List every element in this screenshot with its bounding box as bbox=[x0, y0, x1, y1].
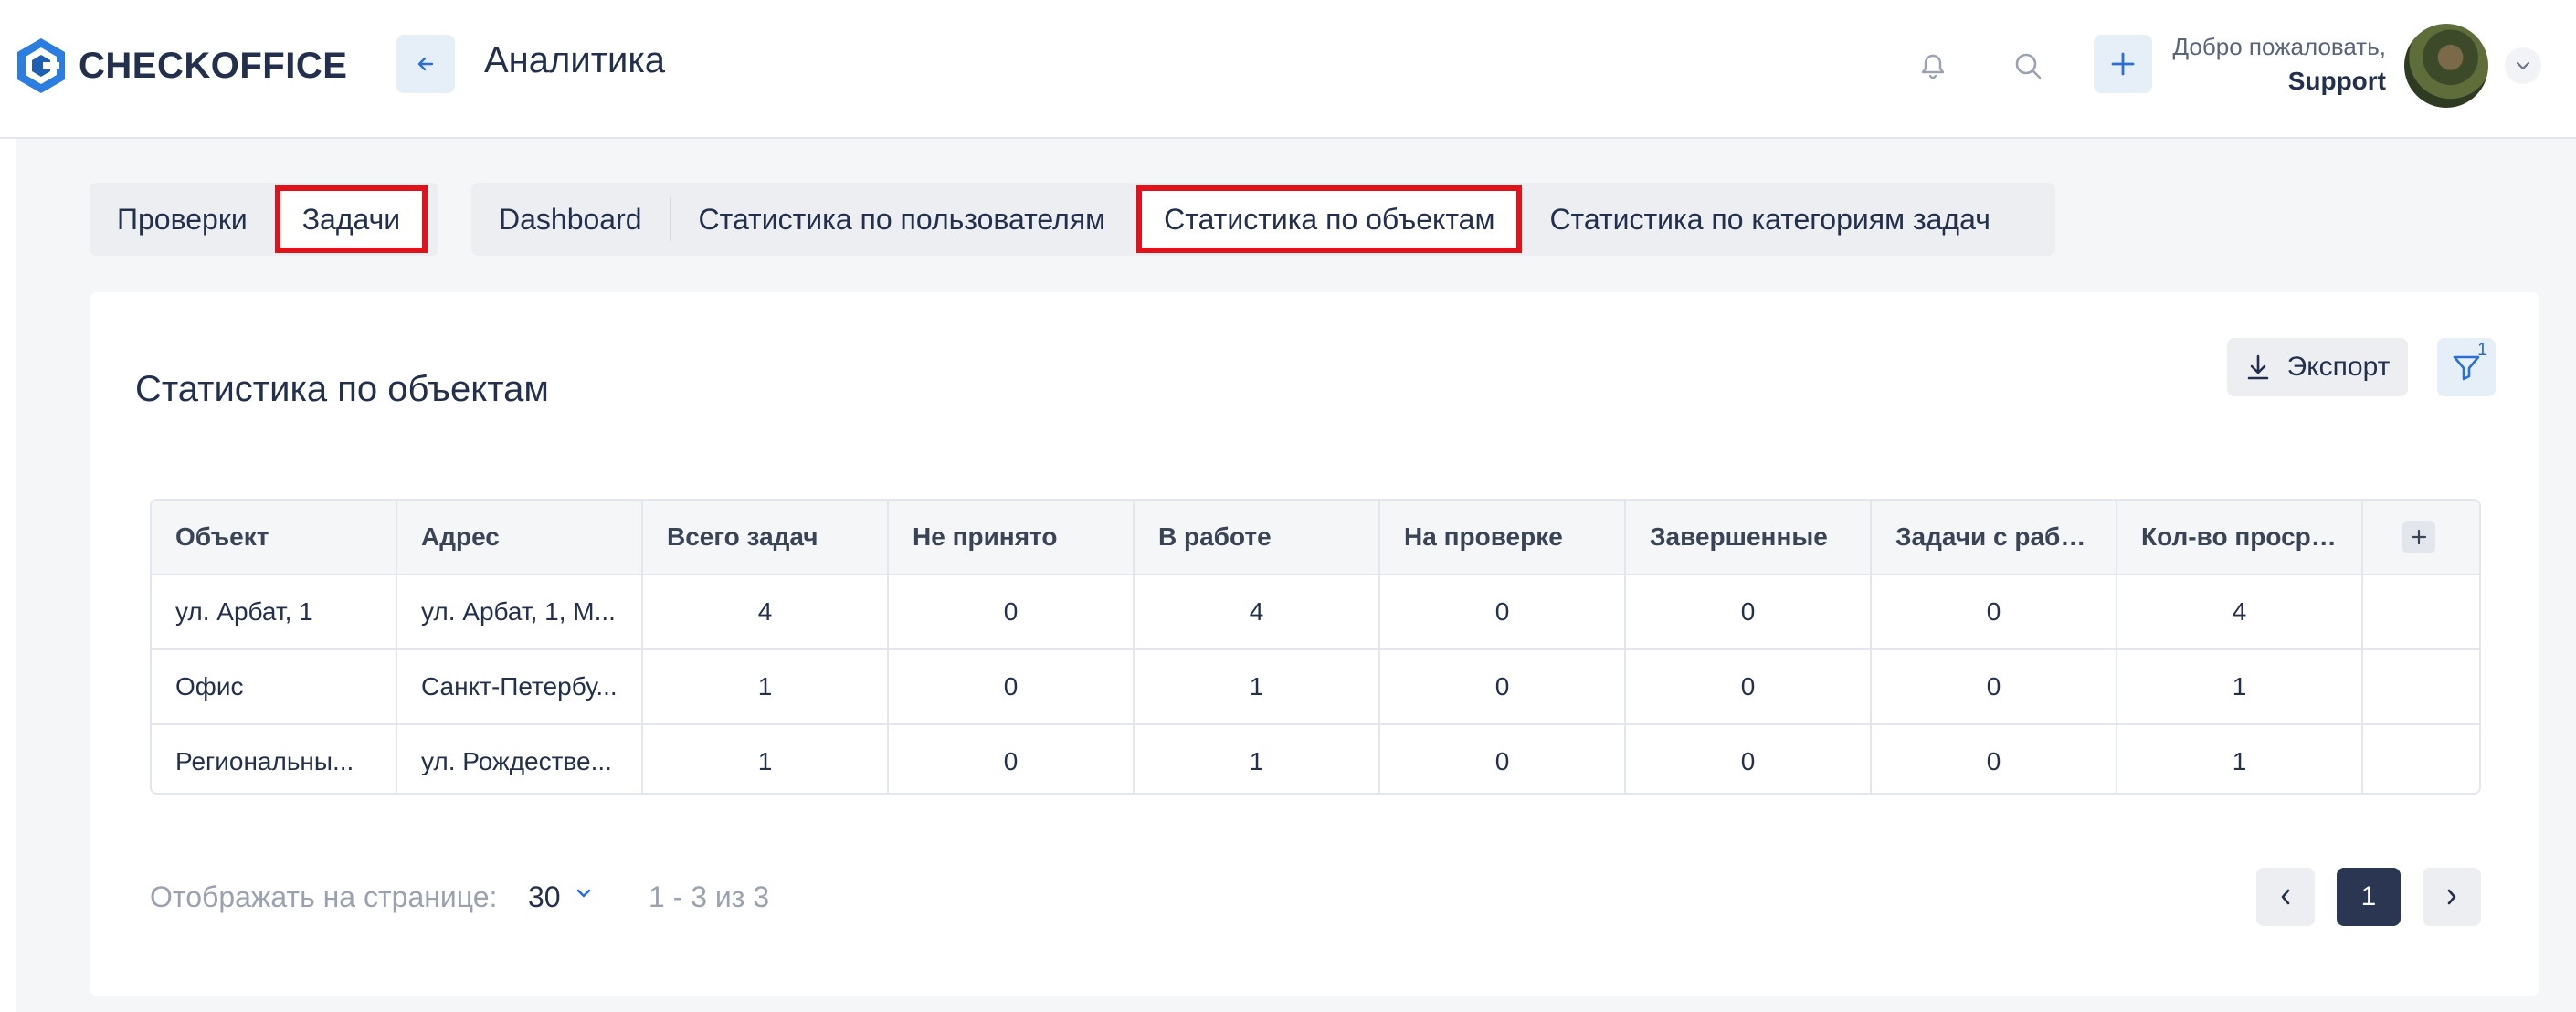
column-header-completed[interactable]: Завершенные bbox=[1626, 501, 1872, 574]
avatar[interactable] bbox=[2404, 24, 2488, 108]
plus-icon bbox=[2111, 52, 2135, 76]
tab-category-stats[interactable]: Статистика по категориям задач bbox=[1522, 183, 2017, 256]
cell-in-progress: 1 bbox=[1135, 725, 1380, 793]
next-page-button[interactable] bbox=[2423, 868, 2481, 926]
cell-completed: 0 bbox=[1626, 650, 1872, 723]
column-header-on-review[interactable]: На проверке bbox=[1380, 501, 1626, 574]
table-row[interactable]: Офис Санкт-Петербу... 1 0 1 0 0 0 1 bbox=[152, 650, 2479, 725]
card-title: Статистика по объектам bbox=[135, 369, 549, 409]
column-header-tasks-with-work[interactable]: Задачи с рабо... bbox=[1872, 501, 2117, 574]
table-row[interactable]: Региональны... ул. Рождестве... 1 0 1 0 … bbox=[152, 725, 2479, 793]
chevron-down-icon bbox=[576, 889, 591, 898]
arrow-left-icon bbox=[417, 57, 434, 71]
welcome-greeting: Добро пожаловать, bbox=[2172, 33, 2386, 60]
brand-logo[interactable]: CHECKOFFICE bbox=[15, 35, 347, 97]
cell-tasks-with-work: 0 bbox=[1872, 650, 2117, 723]
cell-overdue-count: 1 bbox=[2117, 725, 2363, 793]
tab-checks[interactable]: Проверки bbox=[90, 183, 275, 256]
cell-empty bbox=[2363, 725, 2475, 793]
add-column-button[interactable] bbox=[2402, 521, 2435, 553]
cell-completed: 0 bbox=[1626, 575, 1872, 648]
add-column-cell bbox=[2363, 501, 2475, 574]
notifications-button[interactable] bbox=[1906, 38, 1960, 93]
column-header-address[interactable]: Адрес bbox=[397, 501, 643, 574]
cell-object: Офис bbox=[152, 650, 397, 723]
cell-empty bbox=[2363, 650, 2475, 723]
checkoffice-logo-icon bbox=[17, 38, 65, 93]
cell-tasks-with-work: 0 bbox=[1872, 725, 2117, 793]
cell-total-tasks: 1 bbox=[643, 725, 889, 793]
user-name: Support bbox=[2287, 67, 2386, 95]
column-header-in-progress[interactable]: В работе bbox=[1135, 501, 1380, 574]
prev-page-button[interactable] bbox=[2256, 868, 2315, 926]
tab-object-stats[interactable]: Статистика по объектам bbox=[1136, 185, 1523, 253]
tab-tasks[interactable]: Задачи bbox=[274, 185, 428, 253]
chevron-right-icon bbox=[2447, 889, 2456, 905]
per-page-select[interactable]: 30 bbox=[528, 880, 561, 914]
tab-dashboard[interactable]: Dashboard bbox=[471, 183, 670, 256]
cell-on-review: 0 bbox=[1380, 725, 1626, 793]
cell-empty bbox=[2363, 575, 2475, 648]
cell-tasks-with-work: 0 bbox=[1872, 575, 2117, 648]
create-button[interactable] bbox=[2094, 35, 2152, 93]
export-label: Экспорт bbox=[2286, 352, 2391, 382]
cell-address: Санкт-Петербу... bbox=[397, 650, 643, 723]
search-icon bbox=[2015, 53, 2042, 79]
cell-on-review: 0 bbox=[1380, 575, 1626, 648]
welcome-block: Добро пожаловать, Support bbox=[2172, 33, 2386, 96]
cell-not-accepted: 0 bbox=[889, 725, 1135, 793]
page-number-current[interactable]: 1 bbox=[2337, 868, 2401, 926]
cell-address: ул. Рождестве... bbox=[397, 725, 643, 793]
cell-overdue-count: 1 bbox=[2117, 650, 2363, 723]
download-icon bbox=[2247, 354, 2268, 380]
cell-not-accepted: 0 bbox=[889, 650, 1135, 723]
column-header-overdue-count[interactable]: Кол-во просро... bbox=[2117, 501, 2363, 574]
column-header-not-accepted[interactable]: Не принято bbox=[889, 501, 1135, 574]
export-button[interactable]: Экспорт bbox=[2227, 338, 2408, 396]
view-tabs: Dashboard Статистика по пользователям Ст… bbox=[471, 183, 2055, 256]
brand-name: CHECKOFFICE bbox=[79, 45, 348, 86]
user-menu-toggle[interactable] bbox=[2505, 47, 2541, 84]
column-header-total-tasks[interactable]: Всего задач bbox=[643, 501, 889, 574]
cell-completed: 0 bbox=[1626, 725, 1872, 793]
cell-on-review: 0 bbox=[1380, 650, 1626, 723]
cell-total-tasks: 4 bbox=[643, 575, 889, 648]
cell-total-tasks: 1 bbox=[643, 650, 889, 723]
table-row[interactable]: ул. Арбат, 1 ул. Арбат, 1, М... 4 0 4 0 … bbox=[152, 575, 2479, 650]
bell-icon bbox=[1921, 54, 1945, 79]
per-page-label: Отображать на странице: bbox=[150, 880, 498, 913]
chevron-left-icon bbox=[2281, 889, 2290, 905]
back-button[interactable] bbox=[396, 35, 455, 93]
chevron-down-icon bbox=[2516, 61, 2530, 70]
cell-address: ул. Арбат, 1, М... bbox=[397, 575, 643, 648]
search-button[interactable] bbox=[2001, 38, 2055, 93]
top-header: CHECKOFFICE Аналитика Добро пожаловать, … bbox=[0, 0, 2576, 139]
page-title: Аналитика bbox=[484, 40, 665, 80]
column-header-object[interactable]: Объект bbox=[152, 501, 397, 574]
cell-in-progress: 4 bbox=[1135, 575, 1380, 648]
table-header-row: Объект Адрес Всего задач Не принято В ра… bbox=[152, 501, 2479, 575]
per-page-chevron[interactable] bbox=[574, 886, 594, 905]
cell-in-progress: 1 bbox=[1135, 650, 1380, 723]
plus-icon bbox=[2411, 529, 2427, 545]
cell-not-accepted: 0 bbox=[889, 575, 1135, 648]
section-tabs: Проверки Задачи bbox=[90, 183, 438, 256]
cell-object: Региональны... bbox=[152, 725, 397, 793]
object-stats-table: Объект Адрес Всего задач Не принято В ра… bbox=[150, 499, 2481, 795]
filter-count-badge: 1 bbox=[2477, 340, 2488, 360]
tab-user-stats[interactable]: Статистика по пользователям bbox=[671, 183, 1134, 256]
range-indicator: 1 - 3 из 3 bbox=[649, 880, 770, 913]
cell-overdue-count: 4 bbox=[2117, 575, 2363, 648]
cell-object: ул. Арбат, 1 bbox=[152, 575, 397, 648]
